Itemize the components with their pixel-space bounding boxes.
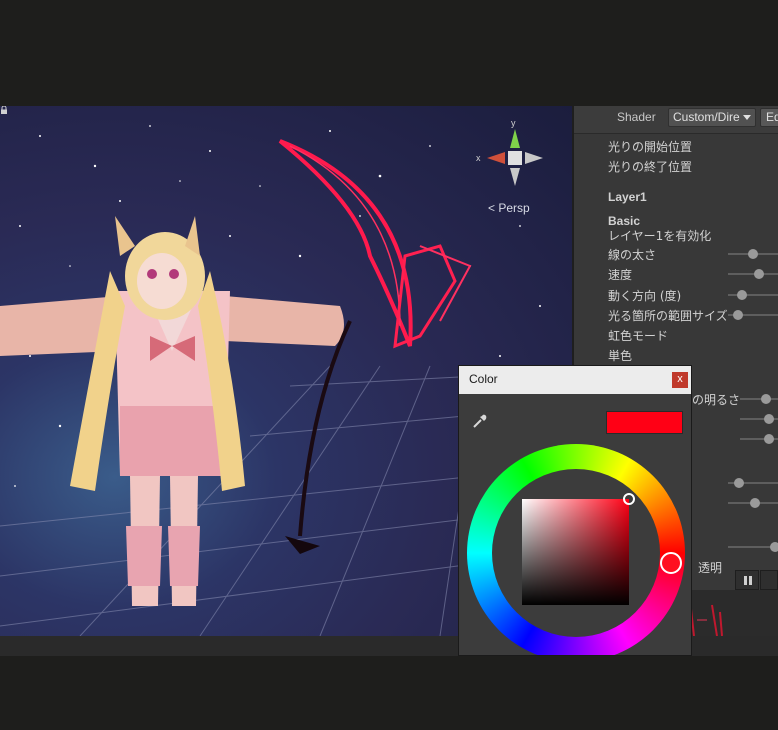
hue-handle[interactable] — [660, 552, 682, 574]
chevron-down-icon — [743, 115, 751, 120]
property-label: 光る箇所の範囲サイズ — [608, 309, 728, 323]
property-label: 透明 — [698, 561, 723, 575]
bottom-letterbox — [0, 656, 778, 730]
slider-handle[interactable] — [761, 394, 771, 404]
property-label: レイヤー1を有効化 — [608, 229, 712, 243]
pause-button[interactable] — [735, 570, 759, 590]
slider-handle[interactable] — [764, 414, 774, 424]
gizmo-y-label: y — [511, 118, 516, 128]
property-label: 虹色モード — [608, 329, 669, 343]
color-picker-title: Color — [469, 372, 498, 386]
slider-handle[interactable] — [748, 249, 758, 259]
slider-handle[interactable] — [737, 290, 747, 300]
color-picker-titlebar[interactable]: Color x — [459, 366, 691, 394]
property-label: の明るさ — [692, 393, 741, 407]
eyedropper-icon[interactable] — [471, 412, 489, 430]
slider-handle[interactable] — [770, 542, 778, 552]
slider-track[interactable] — [728, 294, 778, 296]
avatar-model — [0, 216, 344, 606]
property-label: 線の太さ — [608, 248, 657, 262]
shader-label: Shader — [617, 110, 656, 124]
slider-handle[interactable] — [750, 498, 760, 508]
gizmo-x-label: x — [476, 153, 481, 163]
section-header-basic: Basic — [608, 214, 641, 228]
property-label: 動く方向 (度) — [608, 289, 682, 303]
slider-handle[interactable] — [733, 310, 743, 320]
shader-row: Shader Custom/Dire Ed — [574, 106, 778, 134]
scythe-model — [278, 139, 472, 554]
slider-track[interactable] — [728, 273, 778, 275]
saturation-value-handle[interactable] — [623, 493, 635, 505]
top-letterbox — [0, 0, 778, 106]
close-button[interactable]: x — [672, 372, 688, 388]
property-label: 光りの終了位置 — [608, 160, 693, 174]
preview-mesh-button[interactable] — [760, 570, 778, 590]
section-header-layer1: Layer1 — [608, 190, 647, 204]
saturation-value-square[interactable] — [522, 499, 629, 605]
projection-toggle[interactable]: < Persp — [488, 201, 530, 215]
edit-shader-button[interactable]: Ed — [760, 108, 778, 127]
property-label: 速度 — [608, 268, 633, 282]
property-label: 単色 — [608, 349, 633, 363]
shader-dropdown[interactable]: Custom/Dire — [668, 108, 756, 127]
slider-handle[interactable] — [734, 478, 744, 488]
slider-handle[interactable] — [754, 269, 764, 279]
property-label: 光りの開始位置 — [608, 140, 693, 154]
orientation-gizmo[interactable]: y x — [476, 118, 543, 186]
color-picker-window: Color x — [458, 365, 692, 656]
slider-handle[interactable] — [764, 434, 774, 444]
editor-window: y x < Persp Shader Custom/Dire Ed 光りの開始位… — [0, 0, 778, 730]
shader-dropdown-value: Custom/Dire — [673, 110, 740, 124]
lock-icon[interactable] — [0, 106, 8, 114]
current-color-swatch[interactable] — [606, 411, 683, 434]
slider-track[interactable] — [740, 398, 778, 400]
